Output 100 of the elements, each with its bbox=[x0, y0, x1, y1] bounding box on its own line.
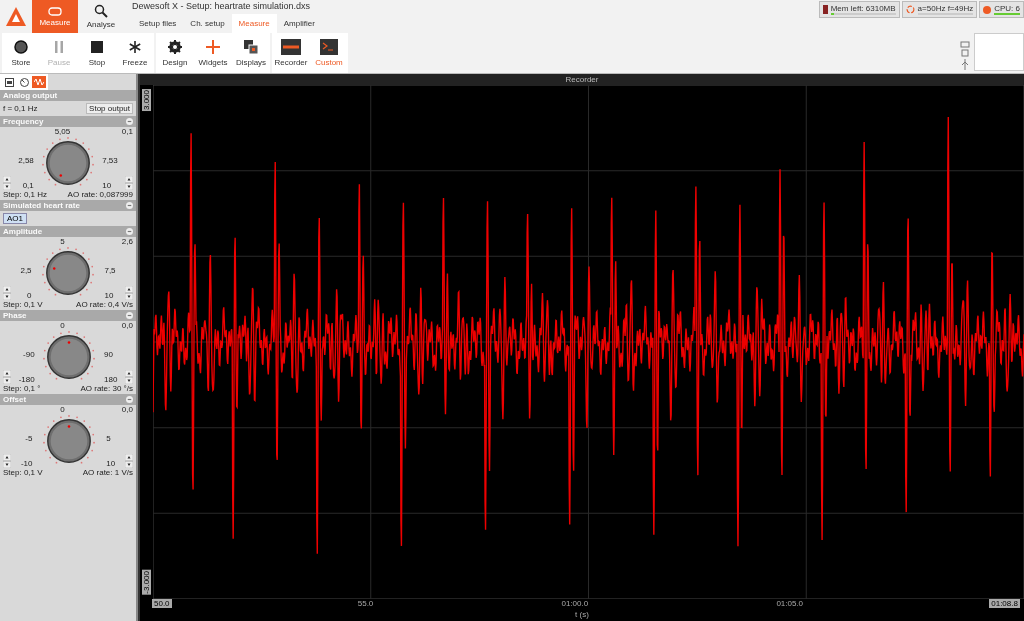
toolbar-button[interactable]: Freeze bbox=[116, 33, 154, 73]
status-text: CPU: 6 bbox=[994, 4, 1020, 13]
toolbar-button[interactable]: Custom bbox=[310, 33, 348, 73]
wave-icon bbox=[34, 78, 44, 86]
sync-icon bbox=[905, 5, 915, 14]
panel-icon bbox=[4, 77, 14, 87]
rate-label: AO rate: 30 °/s bbox=[80, 384, 133, 393]
toolbar-button[interactable]: Displays bbox=[232, 33, 270, 73]
knob-left-label: 2,5 bbox=[20, 266, 32, 275]
rate-label: AO rate: 1 V/s bbox=[82, 468, 133, 477]
preview-panel bbox=[974, 33, 1024, 71]
spin-buttons[interactable] bbox=[124, 176, 133, 190]
logo bbox=[5, 6, 27, 28]
tool-column-icon bbox=[960, 41, 970, 71]
settings-icon bbox=[167, 39, 183, 55]
collapse-icon[interactable] bbox=[126, 228, 133, 235]
section-title: Offset bbox=[3, 395, 27, 404]
chart-title: Recorder bbox=[140, 74, 1024, 85]
collapse-icon[interactable] bbox=[126, 118, 133, 125]
sub-tab[interactable]: Measure bbox=[231, 14, 277, 33]
side-tab[interactable] bbox=[17, 76, 31, 88]
displays-icon bbox=[243, 39, 259, 55]
toolbar-button[interactable]: Recorder bbox=[272, 33, 310, 73]
knob-min-label: -180 bbox=[18, 375, 35, 384]
spin-buttons[interactable] bbox=[3, 454, 11, 468]
y-axis-label: -3.000 bbox=[142, 570, 151, 595]
knob-min-label: 0 bbox=[27, 291, 32, 300]
plus-icon bbox=[205, 39, 221, 55]
step-label: Step: 0,1 V bbox=[3, 300, 43, 309]
knob-min-label: -10 bbox=[20, 459, 33, 468]
snowflake-icon bbox=[127, 39, 143, 55]
x-axis-label: 01:05.0 bbox=[775, 599, 805, 608]
x-axis-label: 50.0 bbox=[152, 599, 172, 608]
toolbar-button[interactable]: Store bbox=[2, 33, 40, 73]
record-icon bbox=[13, 39, 29, 55]
spin-buttons[interactable] bbox=[3, 286, 11, 300]
y-axis-label: 3.000 bbox=[142, 89, 151, 112]
knob-right-label: 7,53 bbox=[102, 156, 118, 165]
x-axis-label: 01:00.0 bbox=[560, 599, 590, 608]
recorder-icon bbox=[281, 39, 301, 55]
section-header: Analog output bbox=[0, 90, 136, 101]
knob-top-label: 5 bbox=[60, 237, 65, 246]
spin-buttons[interactable] bbox=[3, 370, 11, 384]
toolbar-button[interactable]: Design bbox=[156, 33, 194, 73]
rate-label: AO rate: 0,087999 bbox=[67, 190, 133, 199]
knob-value: 2,6 bbox=[121, 237, 133, 246]
knob-right-label: 90 bbox=[104, 350, 114, 359]
x-axis-label: 01:08.8 bbox=[989, 599, 1020, 608]
status-dot-icon bbox=[983, 5, 992, 14]
status-text: a=50Hz f=49Hz bbox=[917, 4, 974, 13]
x-axis-title: t (s) bbox=[574, 610, 590, 619]
toolbar-button[interactable]: Widgets bbox=[194, 33, 232, 73]
spin-buttons[interactable] bbox=[125, 370, 133, 384]
main-tab[interactable]: Analyse bbox=[78, 0, 124, 33]
stop-output-button[interactable]: Stop output bbox=[86, 103, 133, 114]
collapse-icon[interactable] bbox=[126, 396, 133, 403]
rate-label: AO rate: 0,4 V/s bbox=[76, 300, 133, 309]
knob-min-label: 0,1 bbox=[22, 181, 34, 190]
status-text: Mem left: 6310MB bbox=[830, 4, 896, 13]
window-title: Dewesoft X - Setup: heartrate simulation.dxs bbox=[132, 0, 312, 13]
stop-icon bbox=[89, 39, 105, 55]
knob-right-label: 7,5 bbox=[104, 266, 116, 275]
channel-chip[interactable]: AO1 bbox=[3, 213, 27, 224]
step-label: Step: 0,1 ° bbox=[3, 384, 41, 393]
frequency-readout: f = 0,1 Hz bbox=[3, 104, 38, 113]
sub-tab[interactable]: Setup files bbox=[132, 14, 184, 33]
gauge-icon bbox=[19, 77, 29, 87]
x-axis-label: 55.0 bbox=[356, 599, 375, 608]
toolbar-button[interactable]: Stop bbox=[78, 33, 116, 73]
knob-left-label: -90 bbox=[23, 350, 35, 359]
knob-left-label: 2,58 bbox=[18, 156, 34, 165]
knob-value: 0,1 bbox=[121, 127, 133, 136]
knob-top-label: 0 bbox=[60, 405, 65, 414]
knob-max-label: 10 bbox=[102, 181, 113, 190]
section-title: Phase bbox=[3, 311, 27, 320]
sub-tab[interactable]: Ch. setup bbox=[183, 14, 232, 33]
collapse-icon[interactable] bbox=[126, 202, 133, 209]
knob-max-label: 10 bbox=[106, 459, 116, 468]
search-icon bbox=[94, 4, 108, 18]
memory-icon bbox=[822, 5, 828, 14]
section-title: Frequency bbox=[3, 117, 44, 126]
step-label: Step: 0,1 V bbox=[3, 468, 43, 477]
spin-buttons[interactable] bbox=[125, 286, 133, 300]
knob-max-label: 10 bbox=[104, 291, 115, 300]
section-title: Simulated heart rate bbox=[3, 201, 80, 210]
knob-max-label: 180 bbox=[104, 375, 118, 384]
step-label: Step: 0,1 Hz bbox=[3, 190, 48, 199]
spin-buttons[interactable] bbox=[124, 454, 133, 468]
knob-value: 0,0 bbox=[121, 405, 133, 414]
knob-left-label: -5 bbox=[25, 434, 33, 443]
knob-top-label: 5,05 bbox=[54, 127, 71, 136]
sub-tab[interactable]: Amplifier bbox=[276, 14, 322, 33]
knob-right-label: 5 bbox=[106, 434, 112, 443]
spin-buttons[interactable] bbox=[3, 176, 11, 190]
knob-top-label: 0 bbox=[60, 321, 65, 330]
side-tab[interactable] bbox=[2, 76, 16, 88]
terminal-icon bbox=[320, 39, 338, 55]
knob-value: 0,0 bbox=[121, 321, 133, 330]
collapse-icon[interactable] bbox=[126, 312, 133, 319]
section-title: Amplitude bbox=[3, 227, 43, 236]
